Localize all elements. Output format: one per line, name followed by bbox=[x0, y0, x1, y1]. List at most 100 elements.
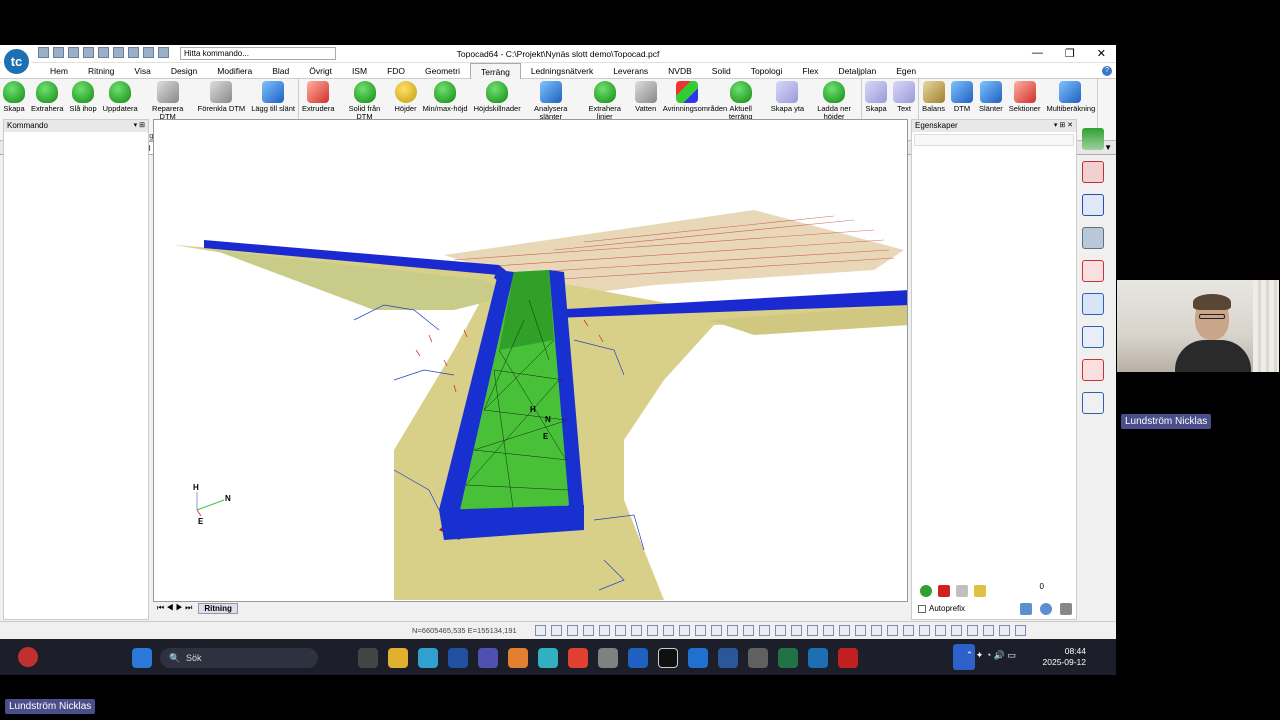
menu-tab-leverans[interactable]: Leverans bbox=[603, 63, 658, 79]
curve-icon[interactable] bbox=[1082, 194, 1104, 216]
menu-tab-fdo[interactable]: FDO bbox=[377, 63, 415, 79]
grid-icon[interactable] bbox=[956, 585, 968, 597]
snap-tool-icon[interactable] bbox=[759, 625, 770, 636]
app-icon[interactable] bbox=[748, 648, 768, 668]
start-icon[interactable] bbox=[132, 648, 152, 668]
properties-object-select[interactable] bbox=[914, 134, 1074, 146]
snap-tool-icon[interactable] bbox=[791, 625, 802, 636]
topocad-logo-icon[interactable]: tc bbox=[2, 47, 31, 76]
menu-tab-modifiera[interactable]: Modifiera bbox=[207, 63, 262, 79]
snap-tool-icon[interactable] bbox=[871, 625, 882, 636]
chrome-icon[interactable] bbox=[568, 648, 588, 668]
menu-tab-ritning[interactable]: Ritning bbox=[78, 63, 124, 79]
outlook-icon[interactable] bbox=[628, 648, 648, 668]
cut-icon[interactable] bbox=[1082, 359, 1104, 381]
delete-icon[interactable] bbox=[938, 585, 950, 597]
menu-tab-blad[interactable]: Blad bbox=[262, 63, 299, 79]
topocad-taskbar-icon[interactable] bbox=[808, 648, 828, 668]
snap-tool-icon[interactable] bbox=[711, 625, 722, 636]
edge-icon[interactable] bbox=[418, 648, 438, 668]
taskbar-search[interactable]: 🔍 Sök bbox=[160, 648, 318, 668]
snap-tool-icon[interactable] bbox=[887, 625, 898, 636]
snap-tool-icon[interactable] bbox=[935, 625, 946, 636]
help-icon[interactable]: ? bbox=[1102, 66, 1112, 76]
teams-icon[interactable] bbox=[478, 648, 498, 668]
widgets-icon[interactable] bbox=[18, 647, 38, 667]
help-circle-icon[interactable] bbox=[1040, 603, 1052, 615]
snap-tool-icon[interactable] bbox=[983, 625, 994, 636]
minimize-button[interactable]: — bbox=[1032, 47, 1043, 60]
xref-icon[interactable] bbox=[1082, 326, 1104, 348]
snap-tool-icon[interactable] bbox=[903, 625, 914, 636]
snap-tool-icon[interactable] bbox=[823, 625, 834, 636]
snap-tool-icon[interactable] bbox=[1015, 625, 1026, 636]
menu-tab-design[interactable]: Design bbox=[161, 63, 207, 79]
snap-tool-icon[interactable] bbox=[839, 625, 850, 636]
app-icon[interactable] bbox=[508, 648, 528, 668]
taskbar-clock[interactable]: 08:44 2025-09-12 bbox=[1043, 646, 1086, 668]
snap-delete-icon[interactable] bbox=[1082, 260, 1104, 282]
properties-panel-controls[interactable]: ▾ ⊞ ✕ bbox=[1054, 120, 1073, 132]
properties-sheet-icon[interactable] bbox=[1060, 603, 1072, 615]
snap-tool-icon[interactable] bbox=[919, 625, 930, 636]
snap-tool-icon[interactable] bbox=[855, 625, 866, 636]
snap-tool-icon[interactable] bbox=[743, 625, 754, 636]
menu-tab-detaljplan[interactable]: Detaljplan bbox=[828, 63, 886, 79]
snap-tool-icon[interactable] bbox=[615, 625, 626, 636]
autoprefix-checkbox[interactable]: Autoprefix bbox=[918, 604, 965, 613]
snap-tool-icon[interactable] bbox=[631, 625, 642, 636]
store-icon[interactable] bbox=[448, 648, 468, 668]
app-icon[interactable] bbox=[688, 648, 708, 668]
sheet-navigation[interactable]: ⏮ ◀ ▶ ⏭ bbox=[157, 603, 192, 613]
file-explorer-icon[interactable] bbox=[388, 648, 408, 668]
snap-tool-icon[interactable] bbox=[535, 625, 546, 636]
snap-tool-icon[interactable] bbox=[999, 625, 1010, 636]
snap-tool-icon[interactable] bbox=[567, 625, 578, 636]
maximize-button[interactable]: ❐ bbox=[1065, 47, 1075, 60]
snap-tool-icon[interactable] bbox=[551, 625, 562, 636]
menu-tab-terräng[interactable]: Terräng bbox=[469, 62, 521, 79]
edit-pencil-icon[interactable] bbox=[974, 585, 986, 597]
excel-icon[interactable] bbox=[778, 648, 798, 668]
window-layout-icon[interactable] bbox=[1020, 603, 1032, 615]
snap-tool-icon[interactable] bbox=[775, 625, 786, 636]
snap-tool-icon[interactable] bbox=[695, 625, 706, 636]
menu-tab-topologi[interactable]: Topologi bbox=[741, 63, 793, 79]
acrobat-icon[interactable] bbox=[838, 648, 858, 668]
snap-tool-icon[interactable] bbox=[951, 625, 962, 636]
sheet-tab-ritning[interactable]: Ritning bbox=[198, 602, 238, 614]
layer-icon[interactable] bbox=[1082, 128, 1104, 150]
menu-tab-solid[interactable]: Solid bbox=[702, 63, 741, 79]
panel-pin-icon[interactable]: ▾ ⊞ bbox=[134, 120, 145, 132]
snap-tool-icon[interactable] bbox=[647, 625, 658, 636]
menu-tab-geometri[interactable]: Geometri bbox=[415, 63, 470, 79]
snap-tool-icon[interactable] bbox=[967, 625, 978, 636]
app-icon[interactable] bbox=[658, 648, 678, 668]
snipping-tool-icon[interactable] bbox=[598, 648, 618, 668]
menu-tab-övrigt[interactable]: Övrigt bbox=[299, 63, 342, 79]
snap-tool-icon[interactable] bbox=[663, 625, 674, 636]
menu-tab-visa[interactable]: Visa bbox=[124, 63, 160, 79]
system-tray[interactable]: ⌃ ✦ ◔ 🔊 ▭ bbox=[966, 650, 1016, 661]
menu-tab-hem[interactable]: Hem bbox=[40, 63, 78, 79]
task-view-icon[interactable] bbox=[358, 648, 378, 668]
add-icon[interactable] bbox=[920, 585, 932, 597]
menu-tab-nvdb[interactable]: NVDB bbox=[658, 63, 702, 79]
app-icon[interactable] bbox=[538, 648, 558, 668]
snap-tool-icon[interactable] bbox=[599, 625, 610, 636]
3d-viewport[interactable]: H N E H N E bbox=[153, 119, 908, 602]
menu-tab-flex[interactable]: Flex bbox=[792, 63, 828, 79]
snap-tool-icon[interactable] bbox=[727, 625, 738, 636]
snap-tool-icon[interactable] bbox=[807, 625, 818, 636]
snap-tool-icon[interactable] bbox=[583, 625, 594, 636]
close-button[interactable]: ✕ bbox=[1097, 47, 1106, 60]
menu-tab-ism[interactable]: ISM bbox=[342, 63, 377, 79]
menu-tab-egen[interactable]: Egen bbox=[886, 63, 926, 79]
autoprefix-checkbox-box[interactable] bbox=[918, 604, 926, 613]
terrain-tool-icon[interactable] bbox=[1082, 227, 1104, 249]
menu-tab-ledningsnätverk[interactable]: Ledningsnätverk bbox=[521, 63, 603, 79]
snap-tool-icon[interactable] bbox=[679, 625, 690, 636]
cube-icon[interactable] bbox=[1082, 161, 1104, 183]
word-icon[interactable] bbox=[718, 648, 738, 668]
copy-icon[interactable] bbox=[1082, 293, 1104, 315]
